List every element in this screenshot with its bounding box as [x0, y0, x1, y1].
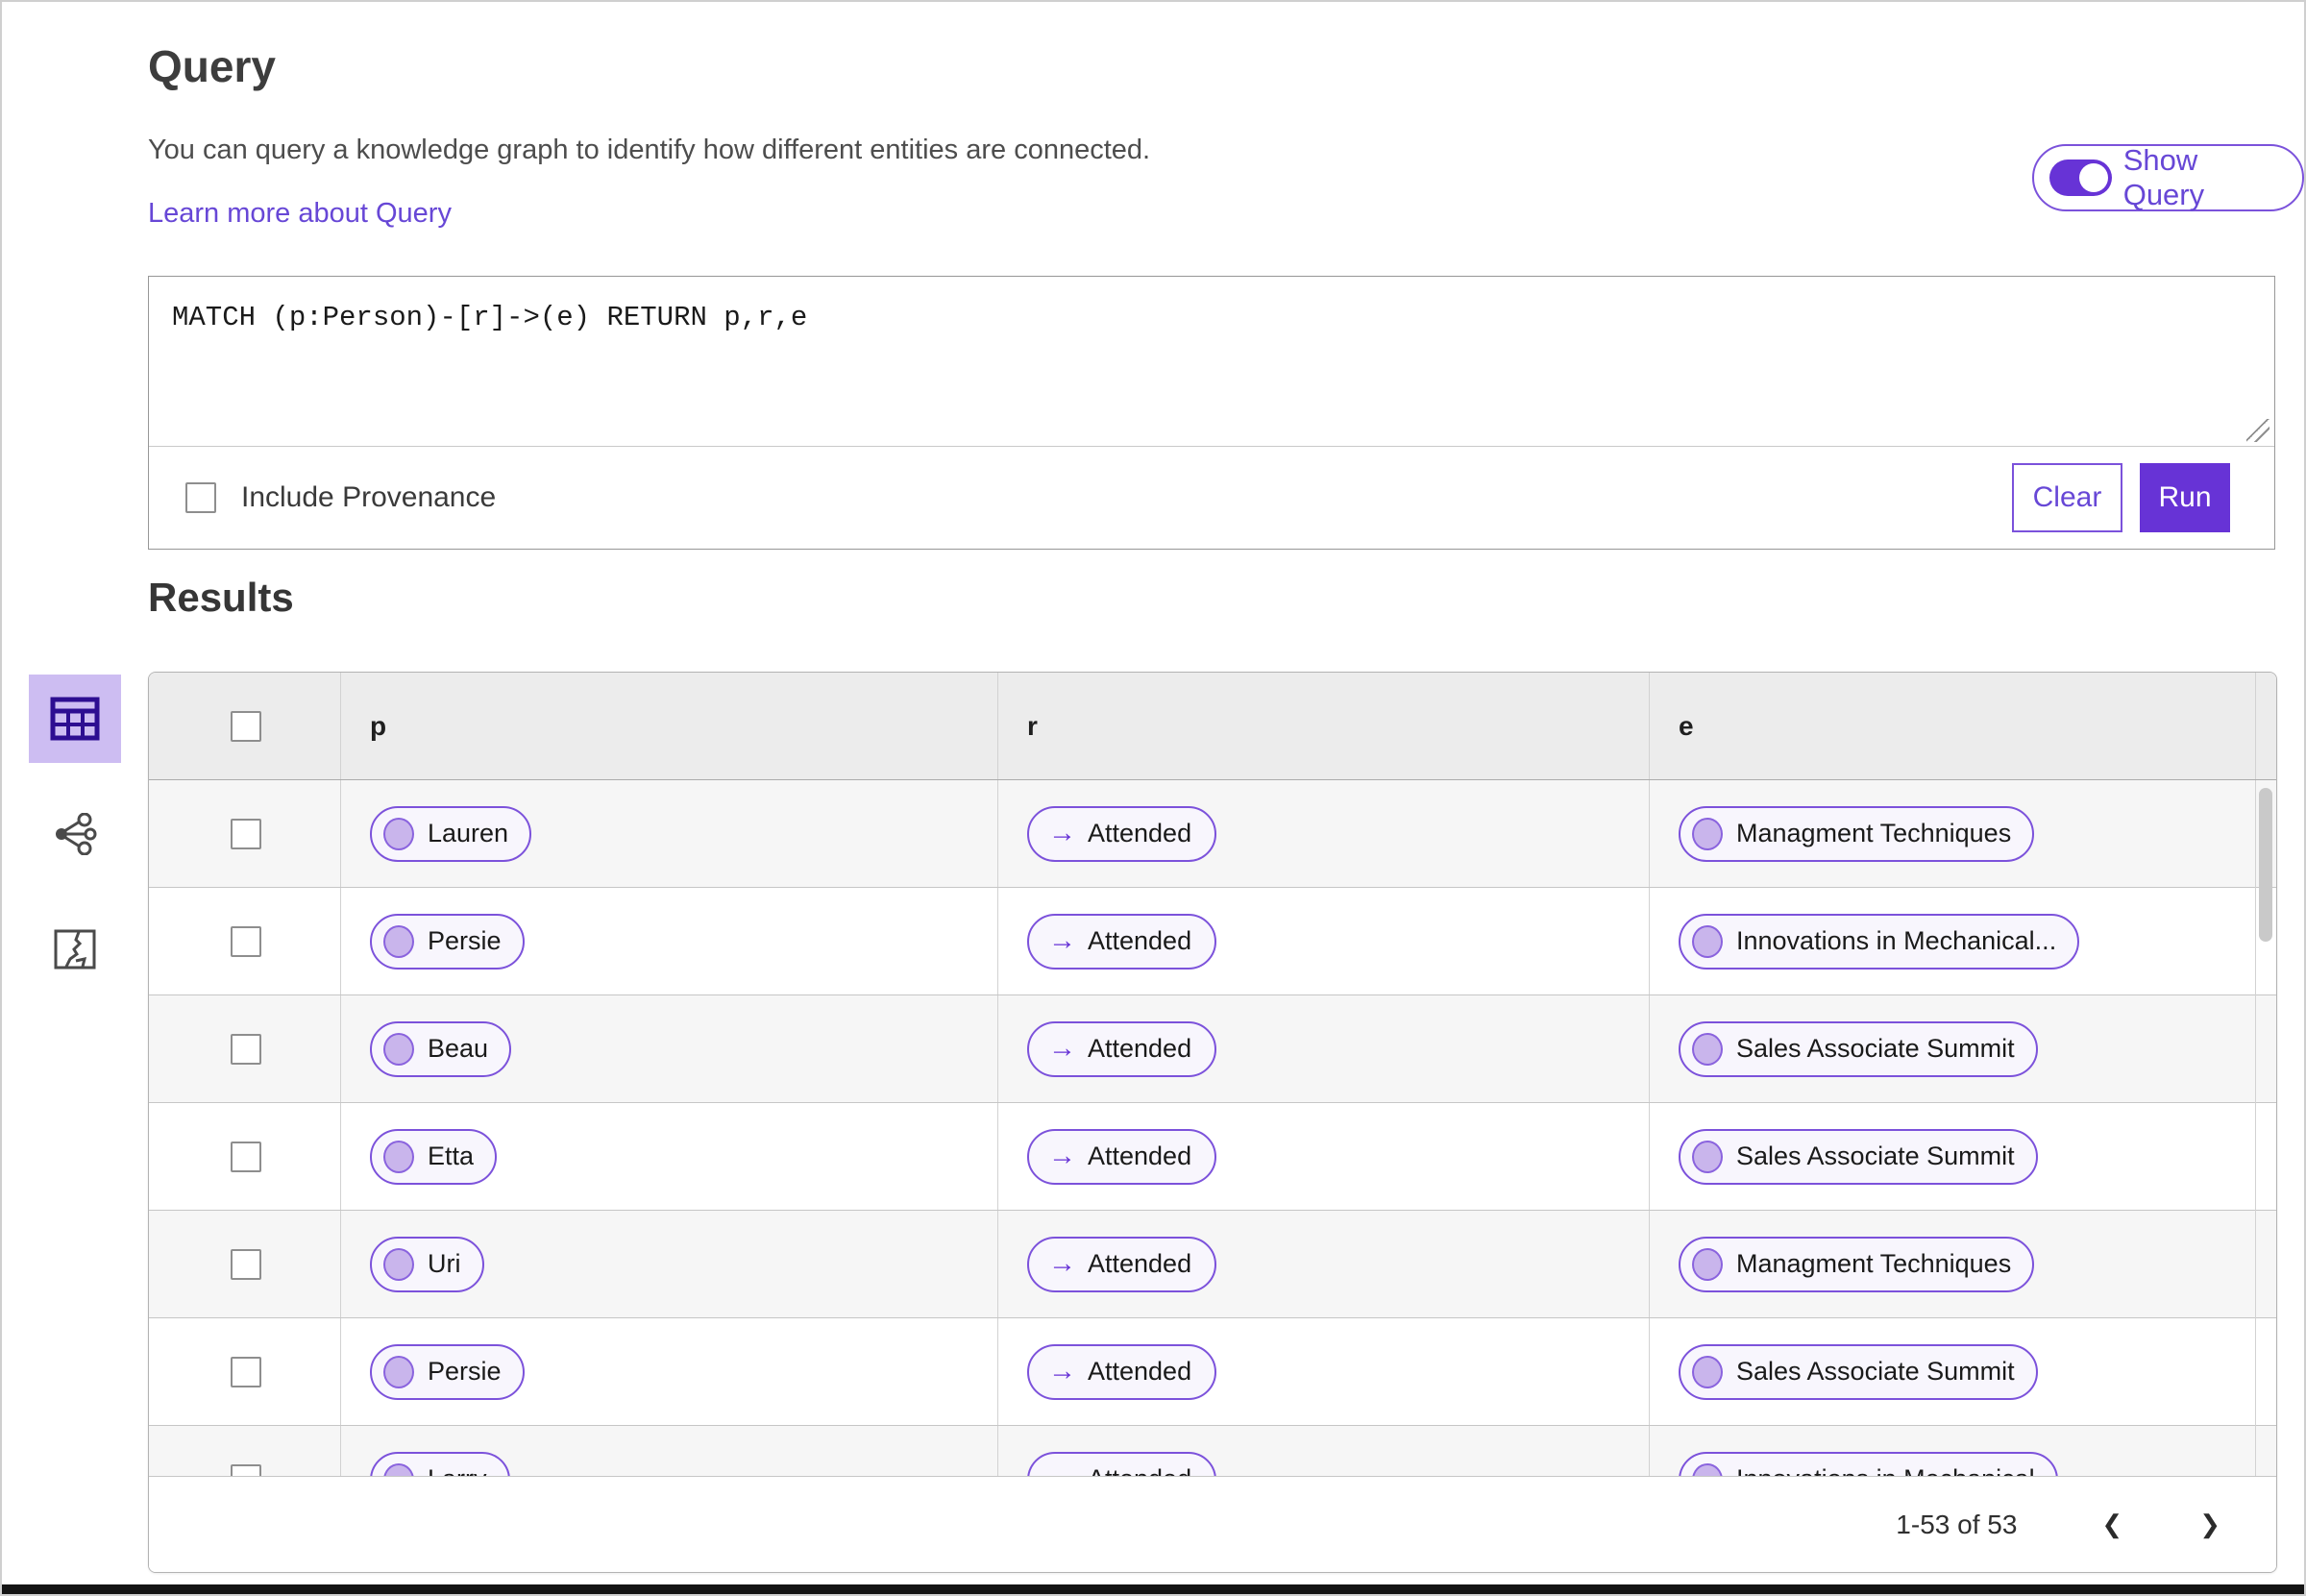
relationship-pill[interactable]: →Attended: [1027, 913, 1217, 970]
resize-grip-icon[interactable]: [2246, 419, 2269, 442]
table-row: Persie → Attended Sales Associate Summit: [149, 1318, 2276, 1426]
toggle-on-icon[interactable]: [2049, 160, 2112, 196]
results-table: p r e Lauren → Attended Managment Techniq…: [148, 672, 2277, 1573]
include-provenance-checkbox[interactable]: [185, 482, 216, 513]
learn-more-link[interactable]: Learn more about Query: [148, 198, 452, 230]
entity-pill[interactable]: Etta: [370, 1128, 498, 1185]
entity-pill[interactable]: Innovations in Mechanical...: [1679, 913, 2080, 970]
node-dot-icon: [1692, 924, 1723, 958]
table-view-button[interactable]: [29, 675, 121, 763]
table-header-row: p r e: [149, 673, 2276, 780]
row-checkbox[interactable]: [231, 818, 261, 849]
node-dot-icon: [1692, 1032, 1723, 1066]
query-editor-textarea[interactable]: MATCH (p:Person)-[r]->(e) RETURN p,r,e: [149, 277, 2274, 447]
table-pagination: 1-53 of 53 ❮ ❯: [149, 1476, 2276, 1572]
page-title: Query: [148, 41, 276, 91]
results-view-toolbar: [29, 675, 121, 994]
arrow-right-icon: →: [1048, 1248, 1076, 1279]
table-row: Lauren → Attended Managment Techniques: [149, 780, 2276, 888]
column-header-r[interactable]: r: [1027, 711, 1038, 742]
table-body: Lauren → Attended Managment Techniques Pe…: [149, 780, 2276, 1478]
relationship-pill[interactable]: →Attended: [1027, 1020, 1217, 1077]
scrollbar-thumb[interactable]: [2259, 788, 2272, 942]
relationship-pill[interactable]: →Attended: [1027, 1343, 1217, 1400]
include-provenance-label: Include Provenance: [241, 481, 497, 513]
node-dot-icon: [383, 1140, 414, 1173]
arrow-right-icon: →: [1048, 1033, 1076, 1064]
entity-pill[interactable]: Persie: [370, 1343, 525, 1400]
node-dot-icon: [383, 1355, 414, 1388]
pagination-range-label: 1-53 of 53: [1896, 1509, 2018, 1539]
clear-button[interactable]: Clear: [2012, 463, 2122, 532]
table-row: Etta → Attended Sales Associate Summit: [149, 1103, 2276, 1211]
query-page: Query You can query a knowledge graph to…: [0, 0, 2306, 1596]
column-header-e[interactable]: e: [1679, 711, 1694, 742]
node-dot-icon: [383, 1032, 414, 1066]
entity-pill[interactable]: Sales Associate Summit: [1679, 1128, 2038, 1185]
arrow-right-icon: →: [1048, 925, 1076, 956]
network-share-icon: [52, 813, 98, 855]
node-dot-icon: [383, 817, 414, 850]
entity-pill[interactable]: Larry: [370, 1451, 510, 1478]
table-row: Larry →Attended Innovations in Mechanica…: [149, 1426, 2276, 1478]
select-all-checkbox[interactable]: [231, 710, 261, 742]
node-dot-icon: [1692, 1247, 1723, 1281]
window-bottom-edge: [2, 1584, 2304, 1594]
entity-pill[interactable]: Lauren: [370, 805, 532, 862]
graph-view-button[interactable]: [29, 790, 121, 878]
run-button[interactable]: Run: [2140, 463, 2230, 532]
node-dot-icon: [383, 924, 414, 958]
query-panel-footer: Include Provenance Clear Run: [149, 447, 2274, 549]
map-icon: [53, 928, 97, 970]
query-panel: MATCH (p:Person)-[r]->(e) RETURN p,r,e I…: [148, 276, 2275, 550]
column-header-p[interactable]: p: [370, 711, 386, 742]
relationship-pill[interactable]: →Attended: [1027, 1451, 1217, 1478]
node-dot-icon: [1692, 817, 1723, 850]
row-checkbox[interactable]: [231, 1356, 261, 1387]
entity-pill[interactable]: Uri: [370, 1236, 484, 1292]
row-checkbox[interactable]: [231, 925, 261, 957]
entity-pill[interactable]: Managment Techniques: [1679, 1236, 2035, 1292]
row-checkbox[interactable]: [231, 1248, 261, 1280]
row-checkbox[interactable]: [231, 1033, 261, 1065]
table-icon: [50, 697, 100, 741]
table-row: Persie → Attended Innovations in Mechanic…: [149, 888, 2276, 995]
entity-pill[interactable]: Persie: [370, 913, 525, 970]
node-dot-icon: [1692, 1140, 1723, 1173]
entity-pill[interactable]: Beau: [370, 1020, 512, 1077]
relationship-pill[interactable]: →Attended: [1027, 805, 1217, 862]
entity-pill[interactable]: Innovations in Mechanical: [1679, 1451, 2058, 1478]
entity-pill[interactable]: Managment Techniques: [1679, 805, 2035, 862]
arrow-right-icon: →: [1048, 1141, 1076, 1171]
map-view-button[interactable]: [29, 905, 121, 994]
relationship-pill[interactable]: →Attended: [1027, 1236, 1217, 1292]
entity-pill[interactable]: Sales Associate Summit: [1679, 1020, 2038, 1077]
table-row: Uri → Attended Managment Techniques: [149, 1211, 2276, 1318]
results-title: Results: [148, 575, 294, 620]
chevron-right-icon[interactable]: ❯: [2190, 1504, 2230, 1545]
arrow-right-icon: →: [1048, 1356, 1076, 1387]
relationship-pill[interactable]: →Attended: [1027, 1128, 1217, 1185]
node-dot-icon: [383, 1247, 414, 1281]
show-query-toggle[interactable]: Show Query: [2032, 143, 2304, 211]
show-query-label: Show Query: [2122, 143, 2205, 211]
page-description: You can query a knowledge graph to ident…: [148, 135, 1151, 165]
table-row: Beau → Attended Sales Associate Summit: [149, 995, 2276, 1103]
table-vertical-scrollbar[interactable]: [2255, 780, 2276, 1478]
node-dot-icon: [1692, 1355, 1723, 1388]
row-checkbox[interactable]: [231, 1141, 261, 1172]
chevron-left-icon[interactable]: ❮: [2092, 1504, 2132, 1545]
arrow-right-icon: →: [1048, 818, 1076, 848]
entity-pill[interactable]: Sales Associate Summit: [1679, 1343, 2038, 1400]
toggle-knob: [2078, 163, 2108, 192]
